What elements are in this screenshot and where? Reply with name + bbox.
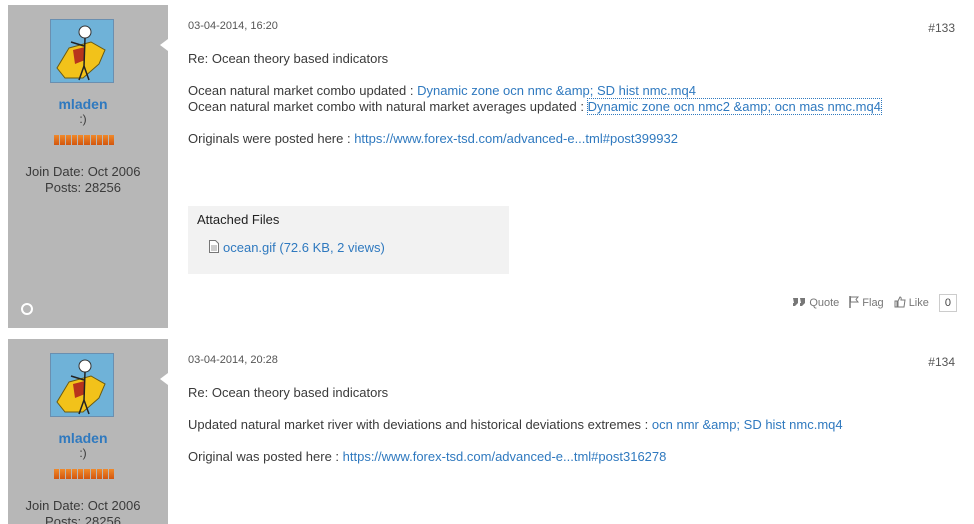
user-sidebar: mladen :) Join Date: Oct 2006 Posts: 282…	[8, 339, 168, 524]
post-line-3: Original was posted here : https://www.f…	[188, 449, 666, 464]
user-title: :)	[79, 112, 87, 126]
attachment-link[interactable]: ocn nmr &amp; SD hist nmc.mq4	[652, 417, 843, 432]
post-link[interactable]: https://www.forex-tsd.com/advanced-e...t…	[354, 131, 678, 146]
post-line-3: Originals were posted here : https://www…	[188, 131, 678, 146]
post-text: Ocean natural market combo with natural …	[188, 99, 588, 114]
like-button[interactable]: Like	[894, 295, 929, 311]
reputation-bar	[54, 135, 114, 145]
attached-files-box: Attached Files ocean.gif (72.6 KB, 2 vie…	[188, 206, 509, 274]
like-count: 0	[938, 294, 957, 312]
username[interactable]: mladen	[8, 96, 158, 112]
user-title: :)	[79, 446, 87, 460]
attachment-link[interactable]: ocean.gif (72.6 KB, 2 views)	[223, 240, 385, 255]
post-text: Original was posted here :	[188, 449, 343, 464]
quote-icon	[792, 297, 806, 310]
flag-icon	[849, 295, 860, 311]
post-count: Posts: 28256	[45, 514, 121, 524]
flag-label: Flag	[862, 297, 884, 309]
username[interactable]: mladen	[8, 430, 158, 446]
quote-label: Quote	[809, 297, 840, 309]
post-text: Updated natural market river with deviat…	[188, 417, 652, 432]
post-number-link[interactable]: #134	[928, 355, 955, 369]
post-title: Re: Ocean theory based indicators	[188, 385, 389, 400]
like-label: Like	[908, 297, 929, 309]
attached-files-heading: Attached Files	[197, 212, 280, 227]
post-line-1: Ocean natural market combo updated : Dyn…	[188, 83, 696, 98]
online-status-icon	[21, 303, 33, 315]
reputation-bar	[54, 469, 114, 479]
post-count: Posts: 28256	[45, 180, 121, 195]
attachment-item[interactable]: ocean.gif (72.6 KB, 2 views)	[209, 240, 385, 255]
post-date: 03-04-2014, 20:28	[188, 354, 278, 366]
join-date: Join Date: Oct 2006	[25, 498, 141, 513]
post-text: Originals were posted here :	[188, 131, 355, 146]
post-date: 03-04-2014, 16:20	[188, 20, 278, 32]
user-sidebar: mladen :) Join Date: Oct 2006 Posts: 282…	[8, 5, 168, 328]
attachment-link[interactable]: Dynamic zone ocn nmc2 &amp; ocn mas nmc.…	[586, 98, 882, 115]
sidebar-pointer	[160, 39, 168, 51]
post-text: Ocean natural market combo updated :	[188, 83, 418, 98]
sidebar-pointer	[160, 373, 168, 385]
post-link[interactable]: https://www.forex-tsd.com/advanced-e...t…	[343, 449, 667, 464]
post-line-2: Ocean natural market combo with natural …	[188, 98, 882, 115]
join-date: Join Date: Oct 2006	[25, 164, 141, 179]
post-133: mladen :) Join Date: Oct 2006 Posts: 282…	[0, 5, 974, 328]
file-icon	[209, 240, 219, 253]
avatar[interactable]	[50, 353, 114, 417]
flag-button[interactable]: Flag	[849, 295, 884, 311]
attachment-link[interactable]: Dynamic zone ocn nmc &amp; SD hist nmc.m…	[417, 83, 696, 98]
post-actions: Quote Flag Like 0	[792, 294, 957, 312]
thumbs-up-icon	[894, 295, 906, 311]
post-number-link[interactable]: #133	[928, 21, 955, 35]
avatar[interactable]	[50, 19, 114, 83]
post-134: mladen :) Join Date: Oct 2006 Posts: 282…	[0, 339, 974, 524]
post-title: Re: Ocean theory based indicators	[188, 51, 389, 66]
quote-button[interactable]: Quote	[792, 297, 839, 310]
post-line-1: Updated natural market river with deviat…	[188, 417, 843, 432]
